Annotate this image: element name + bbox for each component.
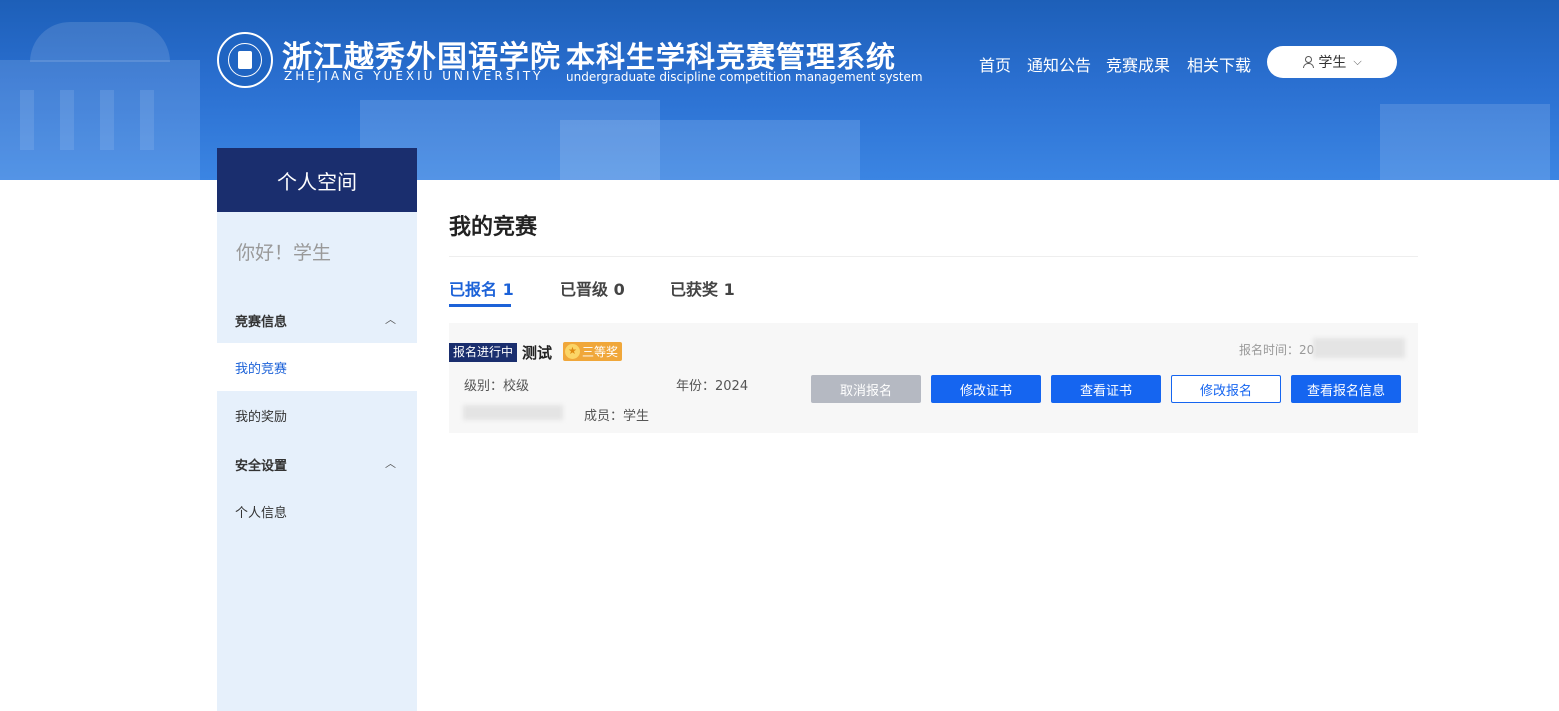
tab-advanced[interactable]: 已晋级 0 bbox=[560, 276, 625, 300]
registration-time: 报名时间：20 bbox=[1239, 343, 1315, 357]
redacted-field bbox=[463, 405, 563, 420]
nav-home[interactable]: 首页 bbox=[979, 52, 1011, 76]
star-icon: ★ bbox=[565, 344, 580, 359]
sidebar: 个人空间 你好！学生 竞赛信息 ︿ 我的竞赛 我的奖励 安全设置 ︿ 个人信息 bbox=[217, 148, 417, 711]
tab-registered[interactable]: 已报名 1 bbox=[449, 276, 514, 300]
title-divider bbox=[449, 256, 1418, 257]
competition-members: 成员：学生 bbox=[584, 409, 650, 424]
award-badge: ★ 三等奖 bbox=[563, 342, 623, 361]
user-menu-button[interactable]: 学生 ⌵ bbox=[1267, 46, 1397, 78]
banner-building bbox=[560, 120, 860, 180]
status-badge: 报名进行中 bbox=[449, 343, 518, 362]
group-competition-info[interactable]: 竞赛信息 bbox=[235, 311, 287, 330]
edit-certificate-button[interactable]: 修改证书 bbox=[931, 375, 1041, 403]
sidebar-item-label: 我的竞赛 bbox=[235, 361, 288, 377]
sidebar-item-label: 个人信息 bbox=[235, 505, 288, 521]
sidebar-item-my-competitions[interactable]: 我的竞赛 bbox=[217, 343, 417, 391]
school-logo[interactable] bbox=[217, 32, 273, 88]
sidebar-item-label: 我的奖励 bbox=[235, 409, 288, 425]
banner-window bbox=[100, 90, 114, 150]
view-registration-info-button[interactable]: 查看报名信息 bbox=[1291, 375, 1401, 403]
competition-name[interactable]: 测试 bbox=[522, 342, 552, 363]
tab-active-indicator bbox=[449, 304, 511, 307]
banner-building-roof bbox=[30, 22, 170, 62]
banner-building bbox=[1380, 104, 1550, 180]
chevron-up-icon[interactable]: ︿ bbox=[385, 311, 396, 327]
sidebar-item-personal-info[interactable]: 个人信息 bbox=[217, 487, 417, 535]
nav-results[interactable]: 竞赛成果 bbox=[1106, 52, 1170, 76]
competition-level: 级别：校级 bbox=[464, 379, 530, 394]
chevron-up-icon[interactable]: ︿ bbox=[385, 455, 396, 471]
banner-window bbox=[140, 90, 154, 150]
tab-awarded[interactable]: 已获奖 1 bbox=[670, 276, 735, 300]
group-security-settings[interactable]: 安全设置 bbox=[235, 455, 287, 474]
view-certificate-button[interactable]: 查看证书 bbox=[1051, 375, 1161, 403]
user-icon bbox=[1302, 56, 1315, 68]
nav-notices[interactable]: 通知公告 bbox=[1027, 52, 1091, 76]
school-logo-emblem bbox=[238, 51, 252, 69]
award-label: 三等奖 bbox=[582, 345, 619, 359]
page-title: 我的竞赛 bbox=[449, 215, 538, 240]
competition-card: 报名进行中 测试 ★ 三等奖 报名时间：20 级别：校级 年份：2024 成员：… bbox=[449, 323, 1418, 433]
user-name: 学生 bbox=[1318, 55, 1347, 71]
system-title-en: undergraduate discipline competition man… bbox=[566, 70, 923, 84]
banner-window bbox=[20, 90, 34, 150]
edit-registration-button[interactable]: 修改报名 bbox=[1171, 375, 1281, 403]
greeting: 你好！学生 bbox=[236, 242, 332, 264]
competition-year: 年份：2024 bbox=[676, 379, 749, 394]
school-name-en: ZHEJIANG YUEXIU UNIVERSITY bbox=[284, 69, 544, 83]
nav-downloads[interactable]: 相关下载 bbox=[1187, 52, 1251, 76]
chevron-down-icon: ⌵ bbox=[1353, 55, 1362, 68]
sidebar-title: 个人空间 bbox=[217, 148, 417, 212]
cancel-registration-button[interactable]: 取消报名 bbox=[811, 375, 921, 403]
redacted-time bbox=[1313, 338, 1405, 358]
sidebar-item-my-awards[interactable]: 我的奖励 bbox=[217, 391, 417, 439]
banner-window bbox=[60, 90, 74, 150]
